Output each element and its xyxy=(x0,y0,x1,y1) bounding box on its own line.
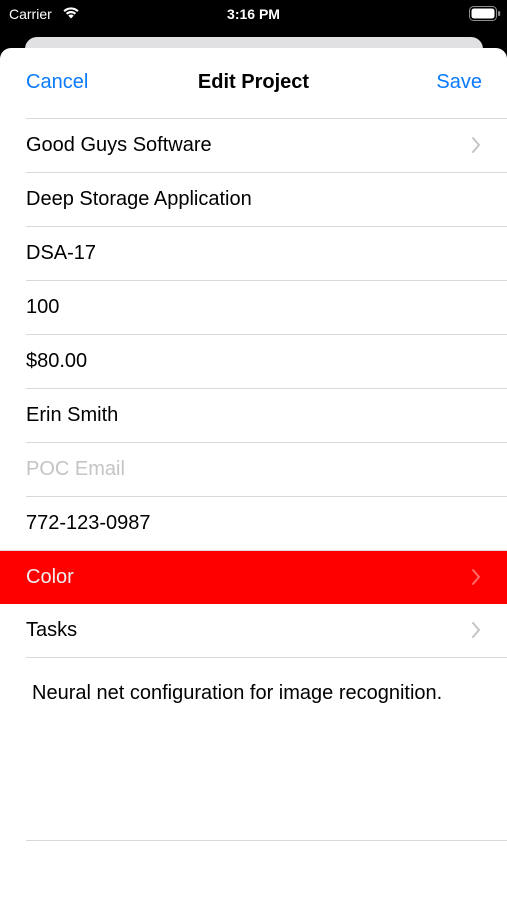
color-row[interactable]: Color xyxy=(0,550,507,604)
poc-phone-value: 772-123-0987 xyxy=(26,512,151,534)
poc-name-value: Erin Smith xyxy=(26,404,119,426)
project-code-field[interactable]: DSA-17 xyxy=(26,226,507,280)
poc-email-field[interactable]: POC Email xyxy=(26,442,507,496)
project-name-field[interactable]: Deep Storage Application xyxy=(26,172,507,226)
chevron-right-icon xyxy=(472,137,480,153)
rate-value: $80.00 xyxy=(26,350,88,372)
chevron-right-icon xyxy=(472,569,480,585)
status-bar: Carrier 3:16 PM xyxy=(0,0,507,30)
hours-field[interactable]: 100 xyxy=(26,280,507,334)
notes-textarea[interactable]: Neural net configuration for image recog… xyxy=(26,657,507,841)
color-label: Color xyxy=(26,566,74,588)
tasks-row[interactable]: Tasks xyxy=(26,604,507,657)
project-name-value: Deep Storage Application xyxy=(26,188,252,210)
tasks-label: Tasks xyxy=(26,619,78,641)
battery-icon xyxy=(469,6,501,21)
project-form: Good Guys Software Deep Storage Applicat… xyxy=(0,118,507,841)
save-button[interactable]: Save xyxy=(436,71,482,94)
navigation-bar: Cancel Edit Project Save xyxy=(0,48,507,118)
poc-phone-field[interactable]: 772-123-0987 xyxy=(26,496,507,550)
poc-email-placeholder: POC Email xyxy=(26,458,125,480)
chevron-right-icon xyxy=(472,622,480,638)
poc-name-field[interactable]: Erin Smith xyxy=(26,388,507,442)
notes-value: Neural net configuration for image recog… xyxy=(32,682,443,704)
rate-field[interactable]: $80.00 xyxy=(26,334,507,388)
hours-value: 100 xyxy=(26,296,60,318)
project-code-value: DSA-17 xyxy=(26,242,97,264)
client-row[interactable]: Good Guys Software xyxy=(26,118,507,172)
client-value: Good Guys Software xyxy=(26,134,212,156)
page-title: Edit Project xyxy=(197,71,310,93)
edit-project-sheet: Cancel Edit Project Save Good Guys Softw… xyxy=(0,48,507,900)
status-time: 3:16 PM xyxy=(227,6,280,22)
